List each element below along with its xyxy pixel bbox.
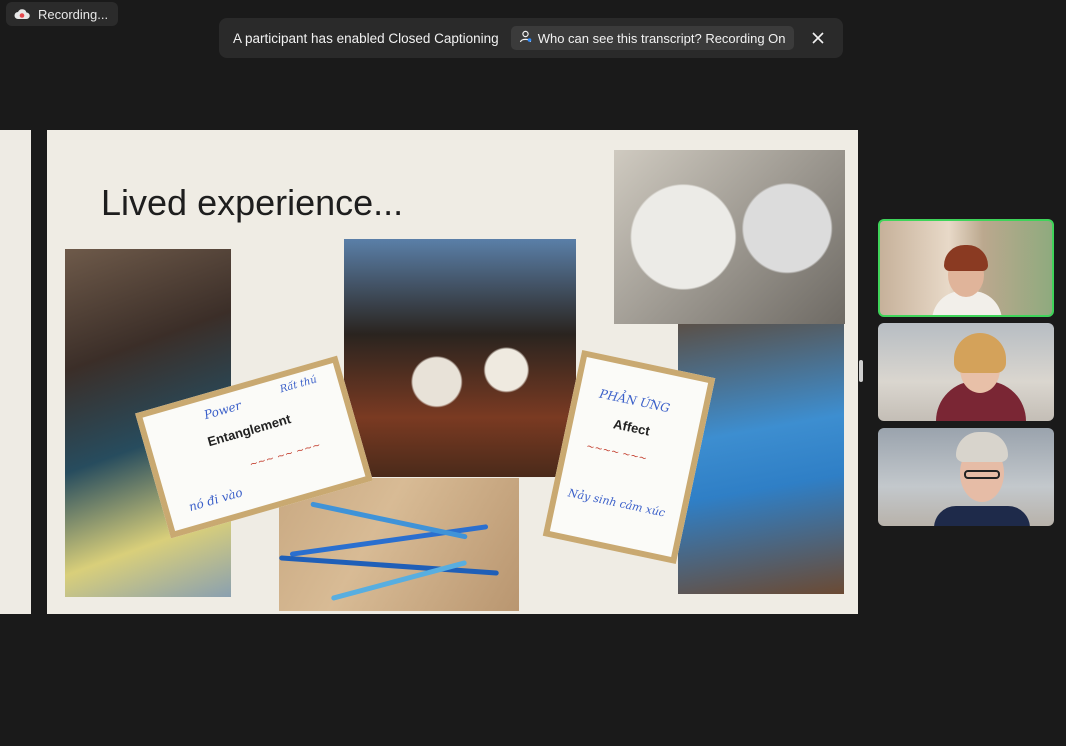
- video-tile-participant-3[interactable]: [878, 428, 1054, 526]
- previous-slide-edge: [0, 130, 31, 614]
- transcript-visibility-label: Who can see this transcript? Recording O…: [537, 30, 786, 46]
- slide-divider: [31, 130, 47, 614]
- photo-blue-fabric: [678, 324, 844, 594]
- paper1-word-2: Rất thú: [278, 374, 319, 396]
- person-icon: [519, 30, 532, 46]
- photo-blue-ribbons: [279, 478, 519, 611]
- paper2-word-2: Nảy sinh cảm xúc: [566, 486, 667, 520]
- slide-title: Lived experience...: [101, 182, 404, 223]
- meeting-window: Recording... A participant has enabled C…: [0, 0, 1066, 746]
- close-banner-button[interactable]: [807, 27, 829, 49]
- video-tile-active-speaker[interactable]: [878, 219, 1054, 317]
- transcript-visibility-button[interactable]: Who can see this transcript? Recording O…: [510, 26, 794, 50]
- photo-decorated-lanterns: [614, 150, 845, 324]
- close-icon: [812, 28, 824, 49]
- recording-cloud-icon: [14, 8, 30, 20]
- paper1-word-power: Power: [202, 398, 243, 423]
- recording-label: Recording...: [38, 6, 109, 22]
- shared-screen: Lived experience... Power Rất thú Entang…: [0, 130, 858, 614]
- banner-message: A participant has enabled Closed Caption…: [233, 30, 499, 46]
- paper2-word-1: PHẢN ỨNG: [598, 386, 672, 416]
- panel-resize-handle[interactable]: [859, 360, 863, 382]
- presentation-slide: Lived experience... Power Rất thú Entang…: [47, 130, 858, 614]
- paper2-label: Affect: [612, 416, 652, 439]
- photo-hanging-lanterns: [344, 239, 576, 477]
- caption-banner: A participant has enabled Closed Caption…: [219, 18, 843, 58]
- recording-indicator[interactable]: Recording...: [6, 2, 119, 26]
- paper1-word-3: nó đi vào: [187, 485, 245, 514]
- video-tile-participant-2[interactable]: [878, 323, 1054, 421]
